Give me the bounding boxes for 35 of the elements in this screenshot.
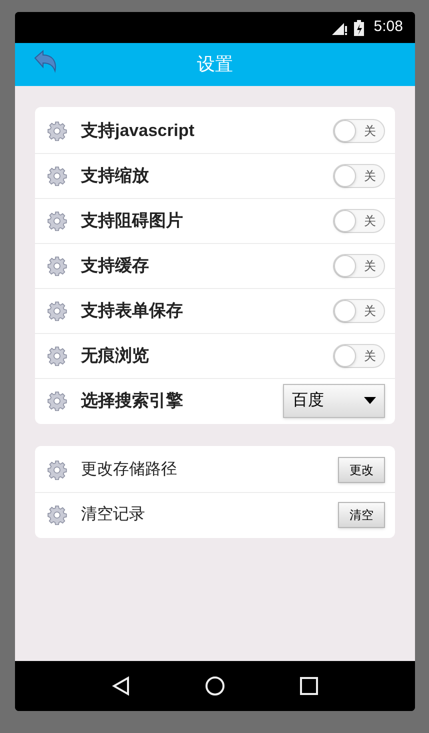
- setting-label: 更改存储路径: [81, 460, 178, 480]
- toggle-switch[interactable]: 关: [333, 344, 385, 368]
- toggle-switch[interactable]: 关: [333, 209, 385, 233]
- gear-icon: [47, 391, 67, 411]
- action-button[interactable]: 清空: [338, 502, 385, 528]
- setting-label: 支持缩放: [81, 165, 150, 188]
- gear-icon: [47, 460, 67, 480]
- toggle-switch[interactable]: 关: [333, 299, 385, 323]
- setting-label: 支持阻碍图片: [81, 210, 184, 232]
- gear-icon: [47, 120, 67, 140]
- gear-icon: [47, 166, 67, 186]
- setting-label: 支持表单保存: [81, 300, 184, 322]
- setting-label: 支持javascript: [81, 120, 196, 142]
- gear-icon: [47, 256, 67, 276]
- gear-icon: [47, 505, 67, 525]
- home-icon[interactable]: [204, 676, 225, 696]
- setting-label: 选择搜索引擎: [81, 390, 184, 412]
- recents-icon[interactable]: [300, 677, 318, 695]
- toggle-switch[interactable]: 关: [333, 118, 385, 142]
- toggle-switch[interactable]: 关: [333, 254, 385, 278]
- setting-label: 支持缓存: [81, 255, 150, 278]
- setting-label: 清空记录: [81, 504, 146, 525]
- gear-icon: [47, 301, 67, 321]
- gear-icon: [47, 211, 67, 231]
- screen-title: 设置: [197, 53, 233, 76]
- signal-icon: [332, 20, 348, 34]
- clock-time: 5:08: [374, 17, 403, 38]
- caret-icon: [364, 397, 376, 405]
- action-button[interactable]: 更改: [338, 456, 385, 482]
- toggle-switch[interactable]: 关: [333, 164, 385, 188]
- back-icon[interactable]: [112, 676, 130, 696]
- battery-icon: [354, 20, 364, 36]
- gear-icon: [47, 346, 67, 366]
- search-engine-dropdown[interactable]: 百度: [283, 384, 385, 418]
- setting-label: 无痕浏览: [81, 345, 150, 368]
